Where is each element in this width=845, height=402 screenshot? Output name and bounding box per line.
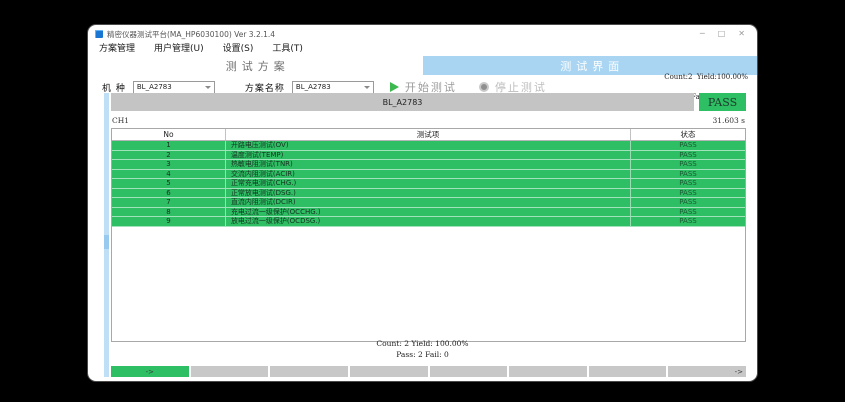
progress-segment — [589, 366, 667, 377]
cell-status: PASS — [631, 141, 745, 150]
window-title: 精密仪器测试平台(MA_HP6030100) Ver 3.2.1.4 — [107, 29, 275, 40]
stop-icon — [479, 82, 489, 92]
play-icon — [390, 82, 399, 92]
title-bar: 精密仪器测试平台(MA_HP6030100) Ver 3.2.1.4 ─ □ ✕ — [88, 25, 757, 40]
table-row[interactable]: 1开路电压测试(OV)PASS — [112, 141, 745, 151]
progress-segment — [430, 366, 508, 377]
cell-status: PASS — [631, 198, 745, 207]
progress-segment: -> — [111, 366, 189, 377]
cell-item: 正常放电测试(DSG.) — [226, 189, 631, 198]
table-row[interactable]: 3热敏电阻测试(TNR)PASS — [112, 160, 745, 170]
chevron-down-icon — [364, 86, 370, 89]
cell-no: 6 — [112, 189, 226, 198]
table-row[interactable]: 8充电过流一级保护(OCCHG.)PASS — [112, 208, 745, 218]
toolbar-stats-line1: Count:2 Yield:100.00% — [664, 73, 748, 81]
progress-bar: -> -> — [111, 366, 746, 377]
table-row[interactable]: 5正常充电测试(CHG.)PASS — [112, 179, 745, 189]
table-row[interactable]: 9放电过流一级保护(OCDSG.)PASS — [112, 217, 745, 227]
minimize-icon[interactable]: ─ — [700, 30, 705, 38]
cell-status: PASS — [631, 179, 745, 188]
footer-stats-line2: Pass: 2 Fail: 0 — [396, 350, 449, 359]
channel-name-bar: BL_A2783 — [111, 93, 694, 111]
plan-select-value: BL_A2783 — [296, 83, 331, 91]
cell-item: 交流内阻测试(ACIR) — [226, 170, 631, 179]
elapsed-time: 31.603 s — [713, 116, 745, 125]
cell-item: 温度测试(TEMP) — [226, 151, 631, 160]
menu-item-user-management[interactable]: 用户管理(U) — [154, 41, 204, 54]
menu-bar: 方案管理 用户管理(U) 设置(S) 工具(T) — [88, 40, 757, 54]
collapse-handle-icon — [104, 235, 109, 249]
tab-test-plan[interactable]: 测试方案 — [88, 56, 423, 75]
cell-status: PASS — [631, 189, 745, 198]
cell-status: PASS — [631, 160, 745, 169]
plan-label: 方案名称 — [245, 81, 285, 94]
model-label: 机 种 — [102, 81, 126, 94]
collapse-strip[interactable] — [104, 93, 109, 377]
app-window: 精密仪器测试平台(MA_HP6030100) Ver 3.2.1.4 ─ □ ✕… — [88, 25, 757, 381]
cell-status: PASS — [631, 217, 745, 226]
cell-item: 直流内阻测试(DCIR) — [226, 198, 631, 207]
cell-no: 5 — [112, 179, 226, 188]
cell-item: 开路电压测试(OV) — [226, 141, 631, 150]
table-row[interactable]: 2温度测试(TEMP)PASS — [112, 151, 745, 161]
test-table: No 测试项 状态 1开路电压测试(OV)PASS2温度测试(TEMP)PASS… — [111, 128, 746, 342]
cell-no: 2 — [112, 151, 226, 160]
cell-no: 7 — [112, 198, 226, 207]
cell-status: PASS — [631, 170, 745, 179]
progress-arrow-left-icon: -> — [146, 368, 154, 376]
menu-item-settings[interactable]: 设置(S) — [223, 41, 254, 54]
menu-item-tools[interactable]: 工具(T) — [272, 41, 303, 54]
progress-segment — [350, 366, 428, 377]
chevron-down-icon — [205, 86, 211, 89]
header-no: No — [112, 129, 226, 140]
cell-status: PASS — [631, 208, 745, 217]
channel-info-row: CH1 31.603 s — [112, 113, 745, 127]
table-row[interactable]: 7直流内阻测试(DCIR)PASS — [112, 198, 745, 208]
app-icon — [95, 30, 103, 38]
model-select-value: BL_A2783 — [137, 83, 172, 91]
cell-no: 4 — [112, 170, 226, 179]
cell-item: 热敏电阻测试(TNR) — [226, 160, 631, 169]
close-icon[interactable]: ✕ — [738, 30, 745, 38]
progress-segment — [270, 366, 348, 377]
cell-status: PASS — [631, 151, 745, 160]
channel-label: CH1 — [112, 116, 129, 125]
test-table-header: No 测试项 状态 — [112, 129, 745, 141]
footer-stats: Count: 2 Yield: 100.00% Pass: 2 Fail: 0 — [88, 339, 757, 360]
plan-select[interactable]: BL_A2783 — [292, 81, 374, 94]
model-select[interactable]: BL_A2783 — [133, 81, 215, 94]
cell-item: 充电过流一级保护(OCCHG.) — [226, 208, 631, 217]
test-table-body: 1开路电压测试(OV)PASS2温度测试(TEMP)PASS3热敏电阻测试(TN… — [112, 141, 745, 227]
table-row[interactable]: 6正常放电测试(DSG.)PASS — [112, 189, 745, 199]
progress-arrow-right-icon: -> — [735, 368, 746, 376]
cell-no: 8 — [112, 208, 226, 217]
progress-segment: -> — [668, 366, 746, 377]
footer-stats-line1: Count: 2 Yield: 100.00% — [376, 339, 468, 348]
table-row[interactable]: 4交流内阻测试(ACIR)PASS — [112, 170, 745, 180]
header-status: 状态 — [631, 129, 745, 140]
cell-item: 放电过流一级保护(OCDSG.) — [226, 217, 631, 226]
menu-item-plan-management[interactable]: 方案管理 — [99, 41, 135, 54]
header-item: 测试项 — [226, 129, 631, 140]
window-controls: ─ □ ✕ — [700, 30, 749, 38]
cell-no: 9 — [112, 217, 226, 226]
cell-item: 正常充电测试(CHG.) — [226, 179, 631, 188]
progress-segment — [509, 366, 587, 377]
cell-no: 3 — [112, 160, 226, 169]
progress-segment — [191, 366, 269, 377]
result-badge: PASS — [699, 93, 746, 111]
cell-no: 1 — [112, 141, 226, 150]
maximize-icon[interactable]: □ — [718, 30, 726, 38]
